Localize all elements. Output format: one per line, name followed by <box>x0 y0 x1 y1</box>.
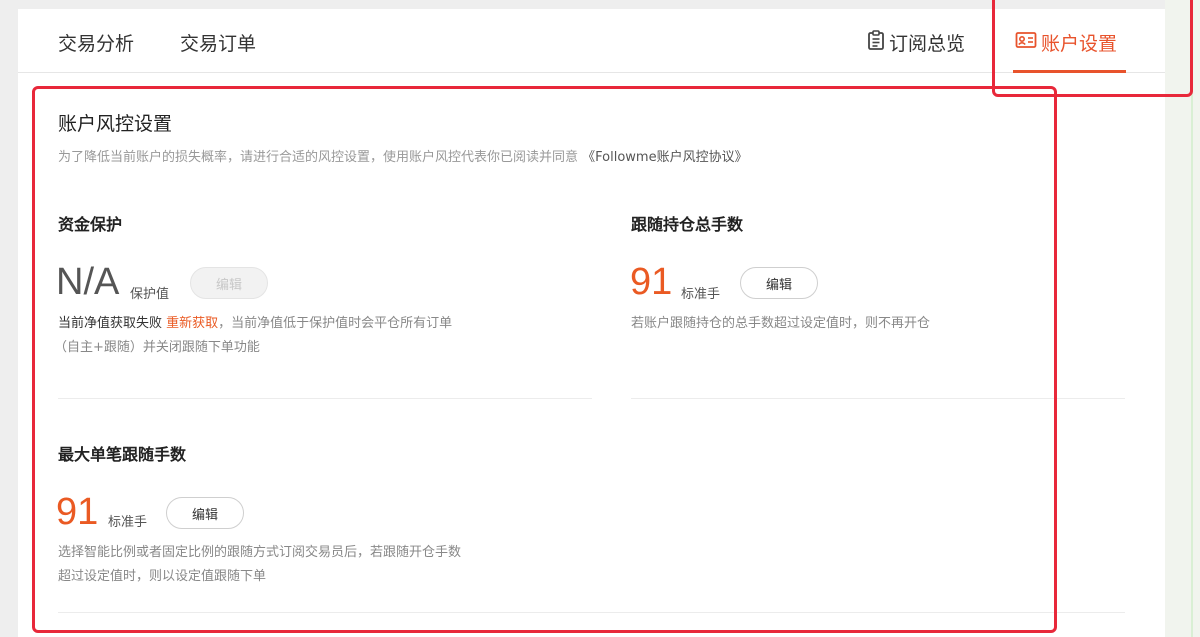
note-text: ，当前净值低于保护值时会平仓所有订单 <box>218 316 453 331</box>
right-edge-panel <box>1165 0 1200 637</box>
fund-protection-value: N/A <box>56 261 120 303</box>
agreement-link[interactable]: 《Followme账户风控协议》 <box>582 150 747 165</box>
divider <box>58 398 592 399</box>
fund-protection-edit-button[interactable]: 编辑 <box>190 267 268 299</box>
tab-label: 订阅总览 <box>889 33 966 55</box>
retry-link[interactable]: 重新获取 <box>166 316 218 331</box>
total-lots-note: 若账户跟随持仓的总手数超过设定值时，则不再开仓 <box>631 316 931 331</box>
page-title: 账户风控设置 <box>58 113 173 135</box>
total-lots-title: 跟随持仓总手数 <box>631 215 744 234</box>
tab-account-settings[interactable]: 账户设置 <box>1015 29 1117 56</box>
max-single-edit-button[interactable]: 编辑 <box>166 497 244 529</box>
total-lots-value: 91 <box>630 261 673 303</box>
tab-label: 交易订单 <box>180 33 257 55</box>
fund-protection-note: 当前净值获取失败 重新获取，当前净值低于保护值时会平仓所有订单 <box>58 312 452 336</box>
active-tab-indicator <box>1013 70 1126 73</box>
settings-card: 交易分析 交易订单 订阅总览 账户设置 账户风控设置 为了降低当前账户的损失概率… <box>18 9 1165 637</box>
risk-description: 为了降低当前账户的损失概率，请进行合适的风控设置，使用账户风控代表你已阅读并同意… <box>58 146 748 165</box>
top-nav: 交易分析 交易订单 订阅总览 账户设置 <box>18 9 1165 73</box>
fund-protection-unit: 保护值 <box>130 287 170 302</box>
tab-trade-orders[interactable]: 交易订单 <box>180 29 256 56</box>
clipboard-icon <box>867 30 889 55</box>
fund-protection-note-line2: （自主+跟随）并关闭跟随下单功能 <box>54 340 260 355</box>
total-lots-edit-button[interactable]: 编辑 <box>740 267 818 299</box>
fund-protection-title: 资金保护 <box>58 215 123 234</box>
divider <box>631 398 1125 399</box>
max-single-note-line2: 超过设定值时，则以设定值跟随下单 <box>58 569 267 584</box>
tab-trade-analysis[interactable]: 交易分析 <box>58 29 134 56</box>
divider <box>58 612 1125 613</box>
max-single-unit: 标准手 <box>108 515 148 530</box>
status-text: 当前净值获取失败 <box>58 316 163 331</box>
tab-label: 交易分析 <box>58 33 135 55</box>
tab-label: 账户设置 <box>1041 33 1118 55</box>
max-single-value: 91 <box>56 491 99 533</box>
max-single-title: 最大单笔跟随手数 <box>58 445 187 464</box>
tab-subscription-overview[interactable]: 订阅总览 <box>867 29 965 56</box>
max-single-note-line1: 选择智能比例或者固定比例的跟随方式订阅交易员后，若跟随开仓手数 <box>58 545 462 560</box>
risk-description-text: 为了降低当前账户的损失概率，请进行合适的风控设置，使用账户风控代表你已阅读并同意 <box>58 150 579 165</box>
account-card-icon <box>1015 30 1041 55</box>
total-lots-unit: 标准手 <box>681 287 721 302</box>
